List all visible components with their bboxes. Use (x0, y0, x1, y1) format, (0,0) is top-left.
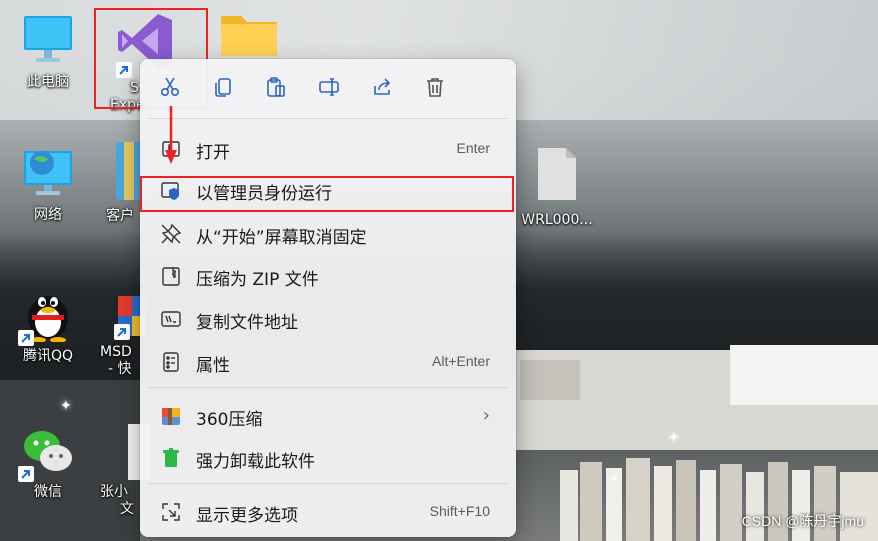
cut-button[interactable] (155, 74, 185, 104)
folder-icon (219, 10, 279, 58)
zip-folder-icon (160, 265, 182, 287)
menu-item-unpin-start[interactable]: 从“开始”屏幕取消固定 (144, 213, 512, 253)
menu-item-label: 从“开始”屏幕取消固定 (196, 228, 367, 248)
copy-button[interactable] (208, 74, 238, 104)
desktop-icon-wrl-file[interactable]: WRL000... (514, 146, 600, 229)
desktop-icon-this-pc[interactable]: 此电脑 (8, 12, 88, 91)
trash-icon (424, 76, 446, 102)
paste-button[interactable] (261, 74, 291, 104)
desktop-icon-label: 网络 (34, 207, 62, 223)
menu-item-shortcut: Alt+Enter (432, 353, 490, 369)
shortcut-arrow-icon (18, 330, 34, 346)
menu-item-label: 显示更多选项 (196, 506, 298, 526)
rename-icon (318, 76, 340, 102)
menu-item-label: 压缩为 ZIP 文件 (196, 270, 319, 290)
menu-separator (148, 387, 508, 388)
menu-separator (148, 118, 508, 119)
annotation-highlight-box-icon (140, 176, 514, 212)
properties-icon (160, 351, 182, 373)
desktop-icon-qq[interactable]: 腾讯QQ (8, 282, 88, 365)
desktop-icon-label-line2: 文 (120, 501, 134, 517)
context-menu-toolbar (140, 59, 516, 117)
copy-icon (212, 76, 234, 102)
desktop-icon-label: 微信 (34, 484, 62, 500)
chevron-right-icon: › (482, 405, 490, 426)
menu-item-label: 复制文件地址 (196, 313, 298, 333)
paste-icon (265, 76, 287, 102)
desktop-icon-folder[interactable] (216, 10, 282, 58)
menu-item-copy-path[interactable]: 复制文件地址 (144, 298, 512, 338)
wechat-icon (18, 426, 76, 482)
desktop-icon-document[interactable]: 张小 文 (100, 422, 150, 518)
desktop-icon-label: MSD (100, 344, 132, 360)
menu-item-shortcut: Enter (456, 140, 490, 156)
menu-item-label: 属性 (196, 356, 230, 376)
delete-button[interactable] (420, 74, 450, 104)
desktop-icon-wechat[interactable]: 微信 (8, 426, 88, 501)
desktop-icon-label: 张小 (100, 484, 128, 500)
context-menu: 打开 Enter 以管理员身份运行 从“开始”屏幕取消固定 压缩为 ZIP 文件… (140, 59, 516, 537)
menu-item-360-zip[interactable]: 360压缩 › (144, 395, 512, 435)
blank-file-icon (536, 146, 578, 202)
desktop-icon-label: WRL000... (521, 212, 593, 228)
rename-button[interactable] (314, 74, 344, 104)
unpin-icon (160, 223, 182, 245)
copy-path-icon (160, 308, 182, 330)
desktop-icon-label: 腾讯QQ (22, 348, 74, 364)
share-icon (371, 76, 393, 102)
menu-item-show-more-options[interactable]: 显示更多选项 Shift+F10 (144, 491, 512, 531)
menu-item-properties[interactable]: 属性 Alt+Enter (144, 341, 512, 381)
menu-item-label: 强力卸载此软件 (196, 452, 315, 472)
desktop-icon-label: 此电脑 (27, 74, 69, 90)
more-options-icon (160, 501, 182, 523)
menu-item-label: 360压缩 (196, 410, 263, 430)
menu-item-shortcut: Shift+F10 (429, 503, 490, 519)
annotation-arrow-icon (165, 106, 177, 164)
menu-item-open[interactable]: 打开 Enter (144, 128, 512, 168)
desktop-icon-msd[interactable]: MSD - 快 (100, 292, 146, 378)
share-button[interactable] (367, 74, 397, 104)
monitor-icon (20, 12, 76, 68)
watermark: CSDN @陈丹宇jmu (741, 513, 864, 529)
360-zip-icon (160, 405, 182, 427)
uninstall-icon (160, 447, 182, 469)
desktop-icon-label-line2: - 快 (108, 361, 132, 377)
scissors-icon (159, 76, 181, 102)
desktop-icon-network[interactable]: 网络 (8, 145, 88, 224)
menu-item-compress-zip[interactable]: 压缩为 ZIP 文件 (144, 255, 512, 295)
shortcut-arrow-icon (114, 324, 130, 340)
shortcut-arrow-icon (18, 466, 34, 482)
menu-item-label: 打开 (196, 143, 230, 163)
menu-separator (148, 483, 508, 484)
qq-penguin-icon (18, 282, 76, 346)
network-icon (20, 145, 76, 201)
menu-item-force-uninstall[interactable]: 强力卸载此软件 (144, 437, 512, 477)
